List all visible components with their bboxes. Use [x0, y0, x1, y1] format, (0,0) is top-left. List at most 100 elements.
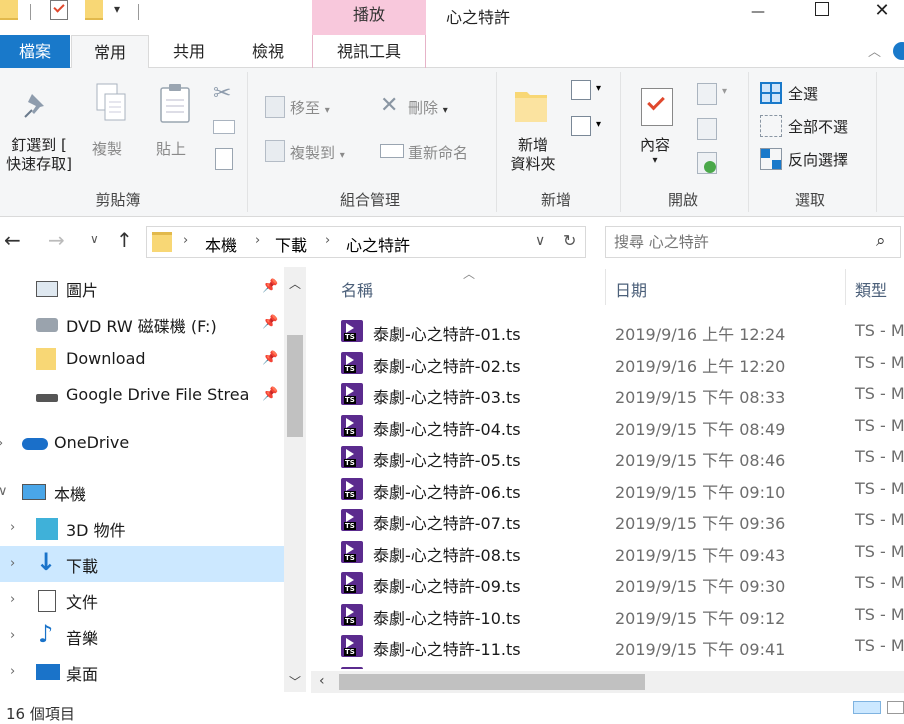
file-row[interactable]: TS 泰劇-心之特許-04.ts 2019/9/15 下午 08:49 TS -… [311, 410, 904, 441]
search-input[interactable] [614, 231, 864, 253]
tab-file[interactable]: 檔案 [0, 35, 70, 68]
back-icon[interactable]: ← [4, 228, 21, 252]
nav-item-onedrive[interactable]: › OneDrive [0, 426, 284, 462]
column-header-date[interactable]: 日期 [615, 277, 647, 301]
file-row[interactable]: TS 泰劇-心之特許-06.ts 2019/9/15 下午 09:10 TS -… [311, 473, 904, 504]
help-icon[interactable] [893, 42, 904, 60]
tab-video-tools[interactable]: 視訊工具 [312, 35, 426, 68]
close-button[interactable]: ✕ [860, 0, 904, 30]
music-icon: ♪ [38, 620, 54, 648]
file-row[interactable]: TS 泰劇-心之特許-09.ts 2019/9/15 下午 09:30 TS -… [311, 567, 904, 598]
large-icons-view-icon[interactable] [887, 701, 904, 714]
file-row[interactable]: TS 泰劇-心之特許-02.ts 2019/9/16 上午 12:20 TS -… [311, 347, 904, 378]
history-icon[interactable] [697, 152, 717, 174]
properties-check-icon[interactable] [50, 0, 68, 20]
refresh-icon[interactable]: ↻ [563, 231, 576, 250]
breadcrumb-this-pc[interactable]: 本機 [205, 232, 237, 256]
file-type: TS - M [855, 415, 904, 435]
paste-shortcut-icon[interactable] [215, 148, 233, 170]
nav-item-download[interactable]: Download 📌 [0, 342, 284, 378]
chevron-right-icon[interactable]: › [10, 628, 15, 643]
cut-icon[interactable]: ✂ [213, 81, 231, 106]
file-row[interactable]: TS 泰劇-心之特許-01.ts 2019/9/16 上午 12:24 TS -… [311, 315, 904, 346]
file-row[interactable]: TS 泰劇-心之特許-03.ts 2019/9/15 下午 08:33 TS -… [311, 378, 904, 409]
address-dropdown-icon[interactable]: ∨ [535, 233, 545, 249]
nav-item-pictures[interactable]: 圖片 📌 [0, 270, 284, 306]
column-header-type[interactable]: 類型 [855, 277, 887, 301]
nav-item-3d-objects[interactable]: › 3D 物件 [0, 510, 284, 546]
breadcrumb-downloads[interactable]: 下載 [275, 232, 307, 256]
column-header-name[interactable]: 名稱 [341, 277, 373, 301]
scroll-up-icon[interactable]: ︿ [289, 275, 301, 292]
nav-item-documents[interactable]: › 文件 [0, 582, 284, 618]
search-icon[interactable]: ⌕ [876, 231, 886, 251]
invert-selection-button[interactable]: 反向選擇 [788, 149, 848, 170]
file-row[interactable]: TS 泰劇-心之特許-11.ts 2019/9/15 下午 09:41 TS -… [311, 630, 904, 661]
pin-icon[interactable]: 📌 [262, 279, 278, 294]
nav-scroll-thumb[interactable] [287, 335, 303, 437]
select-none-button[interactable]: 全部不選 [788, 116, 848, 137]
nav-item-desktop[interactable]: › 桌面 [0, 654, 284, 690]
breadcrumb-current[interactable]: 心之特許 [346, 232, 410, 256]
file-row[interactable]: TS 泰劇-心之特許-07.ts 2019/9/15 下午 09:36 TS -… [311, 504, 904, 535]
file-row[interactable]: TS 泰劇-心之特許-05.ts 2019/9/15 下午 08:46 TS -… [311, 441, 904, 472]
up-icon[interactable]: ↑ [116, 228, 133, 252]
file-row[interactable]: TS 泰劇-心之特許-08.ts 2019/9/15 下午 09:43 TS -… [311, 536, 904, 567]
chevron-right-icon[interactable]: › [0, 436, 3, 451]
forward-icon[interactable]: → [48, 228, 65, 252]
tab-home[interactable]: 常用 [71, 35, 149, 69]
chevron-right-icon[interactable]: › [10, 664, 15, 679]
tab-share[interactable]: 共用 [150, 35, 228, 68]
nav-item-music[interactable]: › ♪ 音樂 [0, 618, 284, 654]
delete-button[interactable]: 刪除 ▾ [408, 97, 448, 118]
file-row[interactable]: TS 泰劇-心之特許-10.ts 2019/9/15 下午 09:12 TS -… [311, 599, 904, 630]
paste-button[interactable]: 貼上 [156, 138, 186, 159]
chevron-right-icon[interactable]: › [10, 592, 15, 607]
folder-icon[interactable] [0, 0, 18, 20]
search-box[interactable]: ⌕ [605, 226, 901, 258]
scroll-down-icon[interactable]: ﹀ [289, 673, 301, 690]
column-divider[interactable] [605, 269, 606, 305]
move-to-button[interactable]: 移至 ▾ [290, 97, 330, 118]
collapse-ribbon-icon[interactable]: ︿ [868, 41, 881, 60]
pin-icon[interactable]: 📌 [262, 351, 278, 366]
properties-button[interactable]: 內容 ▾ [640, 134, 670, 166]
column-divider[interactable] [845, 269, 846, 305]
new-item-icon[interactable] [571, 80, 591, 100]
edit-icon[interactable] [697, 118, 717, 140]
scroll-left-icon[interactable]: ‹ [319, 673, 325, 689]
navigation-pane: 圖片 📌 DVD RW 磁碟機 (F:) 📌 Download 📌 Google… [0, 267, 311, 723]
tab-view[interactable]: 檢視 [229, 35, 307, 68]
pin-icon[interactable]: 📌 [262, 315, 278, 330]
pin-to-quick-access-button[interactable]: 釘選到 [ 快速存取] [2, 136, 76, 174]
nav-scrollbar[interactable]: ︿ ﹀ [284, 267, 306, 692]
copy-to-button[interactable]: 複製到 ▾ [290, 142, 345, 163]
nav-item-google-drive[interactable]: Google Drive File Strea 📌 [0, 378, 284, 414]
easy-access-icon[interactable] [571, 116, 591, 136]
copy-button[interactable]: 複製 [92, 138, 122, 159]
maximize-button[interactable] [800, 0, 846, 30]
new-folder-button[interactable]: 新增 資料夾 [505, 136, 561, 174]
copy-path-icon[interactable] [213, 120, 235, 134]
address-bar[interactable]: › 本機 › 下載 › 心之特許 ∨ ↻ [146, 226, 586, 258]
new-folder-icon[interactable] [85, 0, 103, 20]
move-to-label: 移至 [290, 99, 321, 117]
pin-icon[interactable]: 📌 [262, 387, 278, 402]
open-icon[interactable] [697, 83, 717, 105]
nav-item-dvd-drive[interactable]: DVD RW 磁碟機 (F:) 📌 [0, 306, 284, 342]
horizontal-scroll-thumb[interactable] [339, 674, 645, 690]
nav-item-downloads[interactable]: › ↓ 下載 [0, 546, 284, 582]
nav-item-this-pc[interactable]: ∨ 本機 [0, 474, 284, 510]
chevron-right-icon[interactable]: › [10, 520, 15, 535]
horizontal-scrollbar[interactable]: ‹ [311, 671, 904, 693]
file-row-partial[interactable]: TS [311, 662, 904, 669]
context-tab-play[interactable]: 播放 [312, 0, 426, 35]
recent-locations-icon[interactable]: ∨ [90, 232, 99, 246]
customize-toolbar-icon[interactable]: ▾ [114, 2, 120, 16]
select-all-button[interactable]: 全選 [788, 83, 818, 104]
chevron-right-icon[interactable]: › [10, 556, 15, 571]
chevron-down-icon[interactable]: ∨ [0, 484, 8, 499]
details-view-icon[interactable] [853, 701, 881, 714]
minimize-button[interactable]: — [735, 0, 781, 30]
rename-button[interactable]: 重新命名 [408, 142, 468, 163]
